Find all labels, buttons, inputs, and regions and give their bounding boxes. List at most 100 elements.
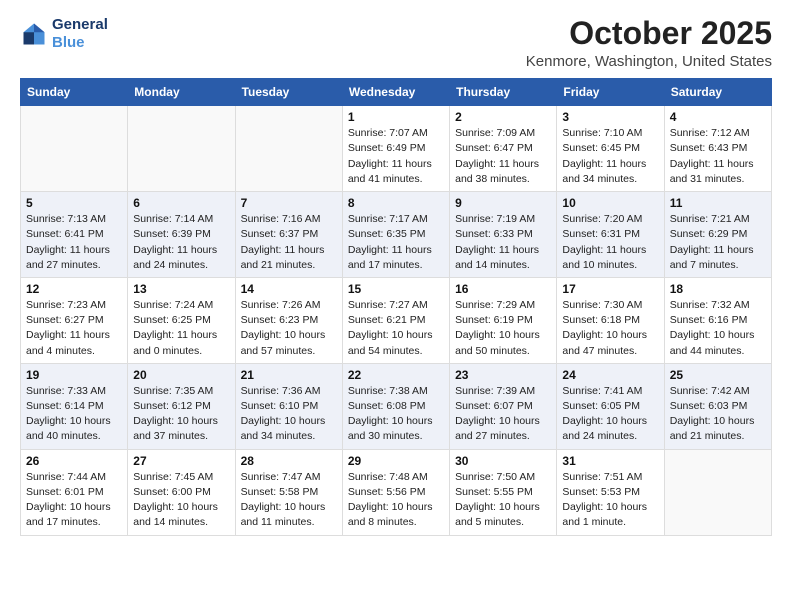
table-row: 30 Sunrise: 7:50 AM Sunset: 5:55 PM Dayli… — [450, 449, 557, 535]
logo-text: General Blue — [52, 16, 108, 52]
logo: General Blue — [20, 16, 108, 52]
header: General Blue October 2025 Kenmore, Washi… — [20, 16, 772, 70]
day-info: Sunrise: 7:47 AM Sunset: 5:58 PM Dayligh… — [241, 470, 337, 531]
day-number: 22 — [348, 368, 444, 382]
table-row: 9Sunrise: 7:19 AM Sunset: 6:33 PM Daylig… — [450, 192, 557, 278]
table-row: 19Sunrise: 7:33 AM Sunset: 6:14 PM Dayli… — [21, 363, 128, 449]
header-monday: Monday — [128, 79, 235, 106]
table-row: 27 Sunrise: 7:45 AM Sunset: 6:00 PM Dayli… — [128, 449, 235, 535]
table-row: 26Sunrise: 7:44 AM Sunset: 6:01 PM Dayli… — [21, 449, 128, 535]
table-row: 29 Sunrise: 7:48 AM Sunset: 5:56 PM Dayli… — [342, 449, 449, 535]
table-row — [128, 106, 235, 192]
day-info: Sunrise: 7:38 AM Sunset: 6:08 PM Dayligh… — [348, 384, 444, 445]
day-info: Sunrise: 7:26 AM Sunset: 6:23 PM Dayligh… — [241, 298, 337, 359]
day-info: Sunrise: 7:10 AM Sunset: 6:45 PM Dayligh… — [562, 126, 658, 187]
day-number: 15 — [348, 282, 444, 296]
day-info: Sunrise: 7:41 AM Sunset: 6:05 PM Dayligh… — [562, 384, 658, 445]
day-number: 6 — [133, 196, 229, 210]
day-info: Sunrise: 7:13 AM Sunset: 6:41 PM Dayligh… — [26, 212, 122, 273]
day-info: Sunrise: 7:27 AM Sunset: 6:21 PM Dayligh… — [348, 298, 444, 359]
table-row: 3 Sunrise: 7:10 AM Sunset: 6:45 PM Daylig… — [557, 106, 664, 192]
day-number: 30 — [455, 454, 551, 468]
table-row: 22 Sunrise: 7:38 AM Sunset: 6:08 PM Dayli… — [342, 363, 449, 449]
day-info: Sunrise: 7:20 AM Sunset: 6:31 PM Dayligh… — [562, 212, 658, 273]
day-number: 27 — [133, 454, 229, 468]
table-row: 23Sunrise: 7:39 AM Sunset: 6:07 PM Dayli… — [450, 363, 557, 449]
day-number: 3 — [562, 110, 658, 124]
day-number: 13 — [133, 282, 229, 296]
table-row: 17Sunrise: 7:30 AM Sunset: 6:18 PM Dayli… — [557, 277, 664, 363]
table-row: 21Sunrise: 7:36 AM Sunset: 6:10 PM Dayli… — [235, 363, 342, 449]
table-row: 6 Sunrise: 7:14 AM Sunset: 6:39 PM Daylig… — [128, 192, 235, 278]
day-number: 19 — [26, 368, 122, 382]
header-saturday: Saturday — [664, 79, 771, 106]
table-row: 15 Sunrise: 7:27 AM Sunset: 6:21 PM Dayli… — [342, 277, 449, 363]
day-info: Sunrise: 7:24 AM Sunset: 6:25 PM Dayligh… — [133, 298, 229, 359]
day-number: 1 — [348, 110, 444, 124]
day-number: 17 — [562, 282, 658, 296]
table-row: 12 Sunrise: 7:23 AM Sunset: 6:27 PM Dayli… — [21, 277, 128, 363]
day-info: Sunrise: 7:12 AM Sunset: 6:43 PM Dayligh… — [670, 126, 766, 187]
day-number: 2 — [455, 110, 551, 124]
day-number: 12 — [26, 282, 122, 296]
header-tuesday: Tuesday — [235, 79, 342, 106]
month-title: October 2025 — [526, 16, 772, 51]
table-row: 18 Sunrise: 7:32 AM Sunset: 6:16 PM Dayli… — [664, 277, 771, 363]
table-row: 11Sunrise: 7:21 AM Sunset: 6:29 PM Dayli… — [664, 192, 771, 278]
table-row — [664, 449, 771, 535]
day-number: 4 — [670, 110, 766, 124]
day-info: Sunrise: 7:17 AM Sunset: 6:35 PM Dayligh… — [348, 212, 444, 273]
table-row: 16 Sunrise: 7:29 AM Sunset: 6:19 PM Dayli… — [450, 277, 557, 363]
day-info: Sunrise: 7:16 AM Sunset: 6:37 PM Dayligh… — [241, 212, 337, 273]
table-row: 7Sunrise: 7:16 AM Sunset: 6:37 PM Daylig… — [235, 192, 342, 278]
table-row: 5Sunrise: 7:13 AM Sunset: 6:41 PM Daylig… — [21, 192, 128, 278]
table-row: 31 Sunrise: 7:51 AM Sunset: 5:53 PM Dayli… — [557, 449, 664, 535]
calendar-week-row: 5Sunrise: 7:13 AM Sunset: 6:41 PM Daylig… — [21, 192, 772, 278]
logo-icon — [20, 20, 48, 48]
location-subtitle: Kenmore, Washington, United States — [526, 53, 772, 70]
day-info: Sunrise: 7:07 AM Sunset: 6:49 PM Dayligh… — [348, 126, 444, 187]
table-row: 4 Sunrise: 7:12 AM Sunset: 6:43 PM Daylig… — [664, 106, 771, 192]
day-info: Sunrise: 7:29 AM Sunset: 6:19 PM Dayligh… — [455, 298, 551, 359]
table-row: 2 Sunrise: 7:09 AM Sunset: 6:47 PM Daylig… — [450, 106, 557, 192]
day-number: 21 — [241, 368, 337, 382]
day-info: Sunrise: 7:32 AM Sunset: 6:16 PM Dayligh… — [670, 298, 766, 359]
day-info: Sunrise: 7:50 AM Sunset: 5:55 PM Dayligh… — [455, 470, 551, 531]
page-container: General Blue October 2025 Kenmore, Washi… — [0, 0, 792, 552]
table-row: 24 Sunrise: 7:41 AM Sunset: 6:05 PM Dayli… — [557, 363, 664, 449]
day-info: Sunrise: 7:09 AM Sunset: 6:47 PM Dayligh… — [455, 126, 551, 187]
table-row: 13 Sunrise: 7:24 AM Sunset: 6:25 PM Dayli… — [128, 277, 235, 363]
table-row: 20Sunrise: 7:35 AM Sunset: 6:12 PM Dayli… — [128, 363, 235, 449]
day-number: 11 — [670, 196, 766, 210]
table-row: 28Sunrise: 7:47 AM Sunset: 5:58 PM Dayli… — [235, 449, 342, 535]
day-info: Sunrise: 7:51 AM Sunset: 5:53 PM Dayligh… — [562, 470, 658, 531]
header-thursday: Thursday — [450, 79, 557, 106]
day-info: Sunrise: 7:23 AM Sunset: 6:27 PM Dayligh… — [26, 298, 122, 359]
calendar-week-row: 12 Sunrise: 7:23 AM Sunset: 6:27 PM Dayli… — [21, 277, 772, 363]
table-row: 8Sunrise: 7:17 AM Sunset: 6:35 PM Daylig… — [342, 192, 449, 278]
day-number: 29 — [348, 454, 444, 468]
day-number: 16 — [455, 282, 551, 296]
day-number: 9 — [455, 196, 551, 210]
day-number: 23 — [455, 368, 551, 382]
day-info: Sunrise: 7:42 AM Sunset: 6:03 PM Dayligh… — [670, 384, 766, 445]
day-number: 24 — [562, 368, 658, 382]
table-row: 1 Sunrise: 7:07 AM Sunset: 6:49 PM Daylig… — [342, 106, 449, 192]
day-info: Sunrise: 7:48 AM Sunset: 5:56 PM Dayligh… — [348, 470, 444, 531]
day-info: Sunrise: 7:45 AM Sunset: 6:00 PM Dayligh… — [133, 470, 229, 531]
header-friday: Friday — [557, 79, 664, 106]
table-row — [21, 106, 128, 192]
day-info: Sunrise: 7:14 AM Sunset: 6:39 PM Dayligh… — [133, 212, 229, 273]
table-row: 14 Sunrise: 7:26 AM Sunset: 6:23 PM Dayli… — [235, 277, 342, 363]
day-number: 31 — [562, 454, 658, 468]
day-number: 26 — [26, 454, 122, 468]
day-number: 10 — [562, 196, 658, 210]
calendar-week-row: 19Sunrise: 7:33 AM Sunset: 6:14 PM Dayli… — [21, 363, 772, 449]
table-row — [235, 106, 342, 192]
header-wednesday: Wednesday — [342, 79, 449, 106]
calendar-table: Sunday Monday Tuesday Wednesday Thursday… — [20, 78, 772, 535]
day-info: Sunrise: 7:35 AM Sunset: 6:12 PM Dayligh… — [133, 384, 229, 445]
day-number: 14 — [241, 282, 337, 296]
day-number: 18 — [670, 282, 766, 296]
table-row: 25Sunrise: 7:42 AM Sunset: 6:03 PM Dayli… — [664, 363, 771, 449]
